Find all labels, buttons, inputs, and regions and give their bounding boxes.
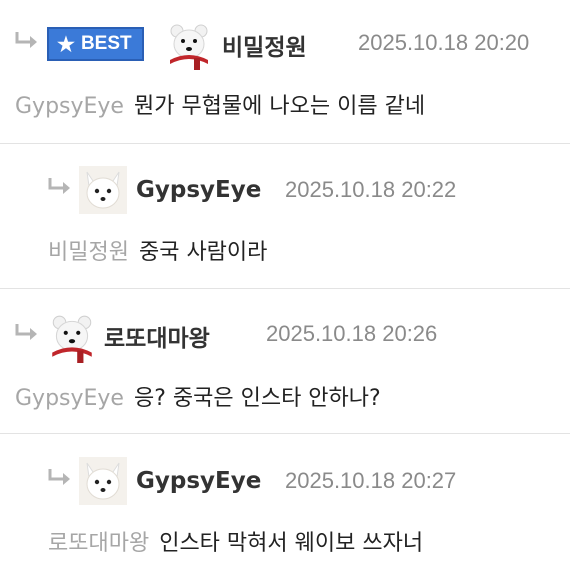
- comment-nickname[interactable]: GypsyEye: [136, 468, 261, 494]
- comment-nickname[interactable]: GypsyEye: [136, 177, 261, 203]
- comment-item: GypsyEye 2025.10.18 20:22 비밀정원 중국 사람이라: [0, 144, 570, 288]
- best-label: BEST: [80, 33, 132, 54]
- comment-item: ★ BEST 비밀정원 2025.10.18 20:20 GypsyEye 뭔가 …: [0, 0, 570, 143]
- reply-arrow-icon: [48, 469, 70, 485]
- reply-arrow-icon: [48, 178, 70, 194]
- comment-timestamp: 2025.10.18 20:22: [285, 177, 457, 202]
- comment-item: GypsyEye 2025.10.18 20:27 로또대마왕 인스타 막혀서 웨…: [0, 434, 570, 576]
- comment-body: GypsyEye 뭔가 무협물에 나오는 이름 같네: [15, 88, 425, 120]
- polar-bear-icon[interactable]: [46, 311, 98, 363]
- arctic-fox-icon[interactable]: [79, 457, 127, 505]
- comment-nickname[interactable]: 비밀정원: [222, 28, 307, 62]
- comment-body: GypsyEye 응? 중국은 인스타 안하나?: [15, 380, 381, 412]
- comment-nickname[interactable]: 로또대마왕: [104, 319, 210, 353]
- comment-text: 중국 사람이라: [138, 240, 268, 265]
- comment-timestamp: 2025.10.18 20:20: [358, 30, 530, 55]
- comment-text: 인스타 막혀서 웨이보 쓰자너: [159, 531, 424, 556]
- comment-text: 뭔가 무협물에 나오는 이름 같네: [133, 94, 426, 119]
- reply-arrow-icon: [15, 324, 37, 340]
- best-badge: ★ BEST: [47, 27, 144, 61]
- comment-body: 로또대마왕 인스타 막혀서 웨이보 쓰자너: [48, 525, 423, 557]
- star-icon: ★: [57, 33, 75, 56]
- reply-to-nickname[interactable]: 로또대마왕: [48, 531, 149, 556]
- comment-body: 비밀정원 중국 사람이라: [48, 234, 267, 266]
- comment-text: 응? 중국은 인스타 안하나?: [133, 386, 381, 411]
- reply-arrow-icon: [15, 32, 37, 48]
- comment-item: 로또대마왕 2025.10.18 20:26 GypsyEye 응? 중국은 인스…: [0, 289, 570, 433]
- reply-to-nickname[interactable]: 비밀정원: [48, 240, 129, 265]
- polar-bear-icon[interactable]: [164, 20, 214, 70]
- reply-to-nickname[interactable]: GypsyEye: [15, 94, 124, 119]
- reply-to-nickname[interactable]: GypsyEye: [15, 386, 124, 411]
- comment-timestamp: 2025.10.18 20:27: [285, 468, 457, 493]
- comment-timestamp: 2025.10.18 20:26: [266, 321, 438, 346]
- arctic-fox-icon[interactable]: [79, 166, 127, 214]
